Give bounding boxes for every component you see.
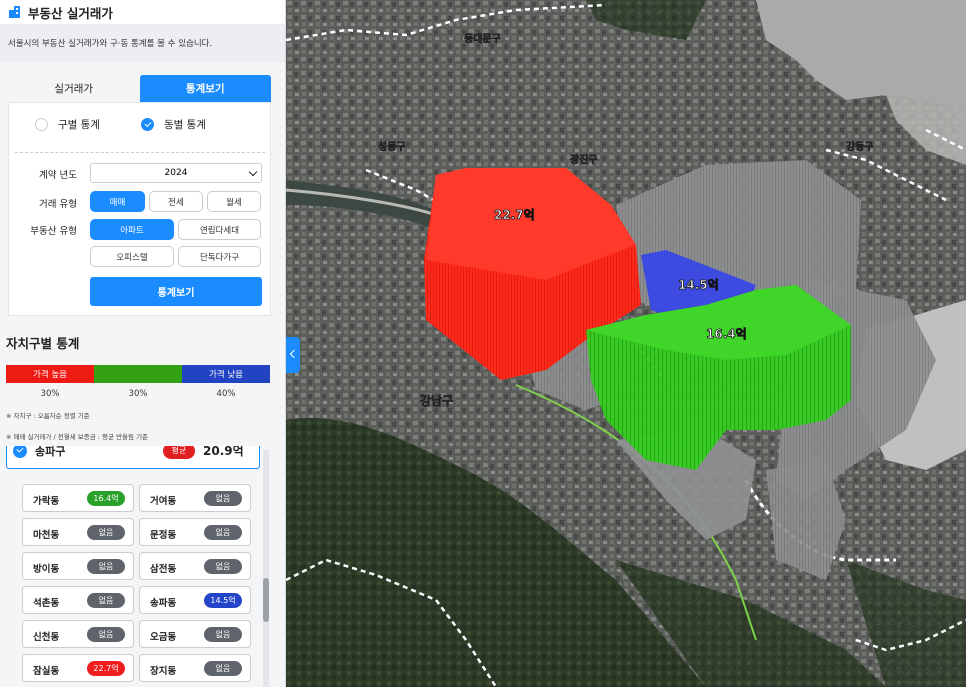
view-stats-button[interactable]: 통계보기 [90, 277, 262, 306]
map-label-dongdaemun: 동대문구 [464, 32, 501, 45]
percent-high: 30% [40, 389, 60, 399]
percent-mid: 30% [128, 389, 148, 399]
year-select[interactable]: 2024 [90, 163, 262, 183]
property-type-label: 부동산 유형 [30, 226, 77, 237]
dong-name: 마천동 [33, 530, 60, 541]
app-description: 서울시의 부동산 실거래가와 구·동 통계를 볼 수 있습니다. [0, 24, 285, 62]
legend-percents: 30% 30% 40% [6, 389, 270, 399]
price-legend: 가격 높음 가격 낮음 [6, 365, 270, 383]
map-label-gwangjin: 광진구 [570, 153, 598, 166]
scrollbar-track[interactable] [263, 450, 269, 687]
dong-card[interactable]: 송파동 14.5억 [139, 586, 251, 614]
dong-card[interactable]: 신천동 없음 [22, 620, 134, 648]
legend-high: 가격 높음 [6, 365, 94, 383]
dong-card[interactable]: 가락동 16.4억 [22, 484, 134, 512]
stat-type-radios: 구별 통계 동별 통계 [9, 117, 272, 137]
map-label-seongdong: 성동구 [378, 140, 406, 153]
dong-name: 오금동 [150, 632, 177, 643]
dong-price-badge: 없음 [204, 661, 242, 676]
dong-card[interactable]: 문정동 없음 [139, 518, 251, 546]
dong-price-badge: 없음 [87, 525, 125, 540]
dong-price-badge: 없음 [204, 525, 242, 540]
dong-card[interactable]: 마천동 없음 [22, 518, 134, 546]
year-label: 계약 년도 [39, 170, 77, 181]
dong-card[interactable]: 삼전동 없음 [139, 552, 251, 580]
dong-name: 신천동 [33, 632, 60, 643]
dong-price-badge: 16.4억 [87, 491, 125, 506]
deal-jeonse-button[interactable]: 전세 [149, 191, 203, 212]
radio-checked-icon [141, 118, 154, 131]
dong-price-badge: 없음 [204, 491, 242, 506]
dong-card[interactable]: 잠실동 22.7억 [22, 654, 134, 682]
map-label-gangdong: 강동구 [846, 140, 874, 153]
deal-type-label: 거래 유형 [39, 199, 77, 210]
avg-value: 20.9억 [203, 446, 244, 458]
dong-price-badge: 없음 [204, 559, 242, 574]
percent-low: 40% [216, 389, 236, 399]
dong-card[interactable]: 장지동 없음 [139, 654, 251, 682]
dong-price-badge: 14.5억 [204, 593, 242, 608]
radio-dong-label: 동별 통계 [164, 119, 206, 131]
filter-card: 구별 통계 동별 통계 계약 년도 2024 거래 유형 매매 전세 월세 부동… [8, 102, 271, 316]
radio-gu-label: 구별 통계 [58, 119, 100, 131]
radio-off-icon [35, 118, 48, 131]
gu-name: 송파구 [35, 446, 66, 458]
collapse-panel-button[interactable] [286, 337, 300, 373]
dong-name: 삼전동 [150, 564, 177, 575]
dong-price-badge: 22.7억 [87, 661, 125, 676]
side-panel: 부동산 실거래가 서울시의 부동산 실거래가와 구·동 통계를 볼 수 있습니다… [0, 0, 286, 687]
dong-price-badge: 없음 [87, 559, 125, 574]
avg-badge: 평균 [163, 446, 195, 459]
building-icon [9, 6, 20, 18]
tab-statistics[interactable]: 통계보기 [139, 75, 271, 102]
divider [15, 152, 265, 153]
deal-sale-button[interactable]: 매매 [90, 191, 145, 212]
label-songpa-price: 14.5억 [678, 278, 719, 292]
dong-name: 방이동 [33, 564, 60, 575]
label-garak-price: 16.4억 [706, 327, 747, 341]
satellite-map[interactable]: 동대문구 성동구 광진구 강동구 강남구 22.7억 14.5억 16.4억 [286, 0, 966, 687]
map-view[interactable]: 동대문구 성동구 광진구 강동구 강남구 22.7억 14.5억 16.4억 [286, 0, 966, 687]
dong-name: 거여동 [150, 496, 177, 507]
dong-card[interactable]: 거여동 없음 [139, 484, 251, 512]
selected-gu-row[interactable]: 송파구 평균 20.9억 [6, 446, 260, 469]
chevron-down-icon [248, 167, 258, 177]
tab-real-price[interactable]: 실거래가 [8, 75, 140, 102]
deal-monthly-button[interactable]: 월세 [207, 191, 261, 212]
map-label-gangnam: 강남구 [420, 393, 453, 408]
app-root: 부동산 실거래가 서울시의 부동산 실거래가와 구·동 통계를 볼 수 있습니다… [0, 0, 966, 687]
property-apartment-button[interactable]: 아파트 [90, 219, 174, 240]
scrollbar-thumb[interactable] [263, 578, 269, 622]
radio-dong-stat[interactable]: 동별 통계 [141, 117, 206, 132]
note-sort: ※ 자치구 : 오름차순 정렬 기준 [6, 412, 90, 420]
dong-price-badge: 없음 [87, 593, 125, 608]
property-house-button[interactable]: 단독다가구 [178, 246, 261, 267]
check-circle-icon [13, 446, 27, 458]
dong-price-badge: 없음 [204, 627, 242, 642]
note-average: ※ 매매 실거래가 / 전월세 보증금 : 평균 반올림 기준 [6, 433, 149, 441]
dong-card[interactable]: 석촌동 없음 [22, 586, 134, 614]
legend-mid [94, 365, 182, 383]
legend-low: 가격 낮음 [182, 365, 270, 383]
title-bar: 부동산 실거래가 [0, 0, 285, 24]
dong-price-badge: 없음 [87, 627, 125, 642]
section-title: 자치구별 통계 [6, 336, 80, 351]
year-value: 2024 [164, 168, 188, 178]
property-officetel-button[interactable]: 오피스텔 [90, 246, 174, 267]
dong-name: 장지동 [150, 666, 177, 677]
dong-card[interactable]: 오금동 없음 [139, 620, 251, 648]
dong-name: 석촌동 [33, 598, 60, 609]
dong-name: 문정동 [150, 530, 177, 541]
tab-bar: 실거래가 통계보기 [8, 75, 271, 102]
radio-gu-stat[interactable]: 구별 통계 [35, 117, 100, 132]
dong-card[interactable]: 방이동 없음 [22, 552, 134, 580]
app-title: 부동산 실거래가 [28, 5, 113, 21]
label-jamsil-price: 22.7억 [494, 208, 535, 222]
property-villa-button[interactable]: 연립다세대 [178, 219, 261, 240]
dong-name: 잠실동 [33, 666, 60, 677]
dong-name: 가락동 [33, 496, 60, 507]
dong-name: 송파동 [150, 598, 177, 609]
